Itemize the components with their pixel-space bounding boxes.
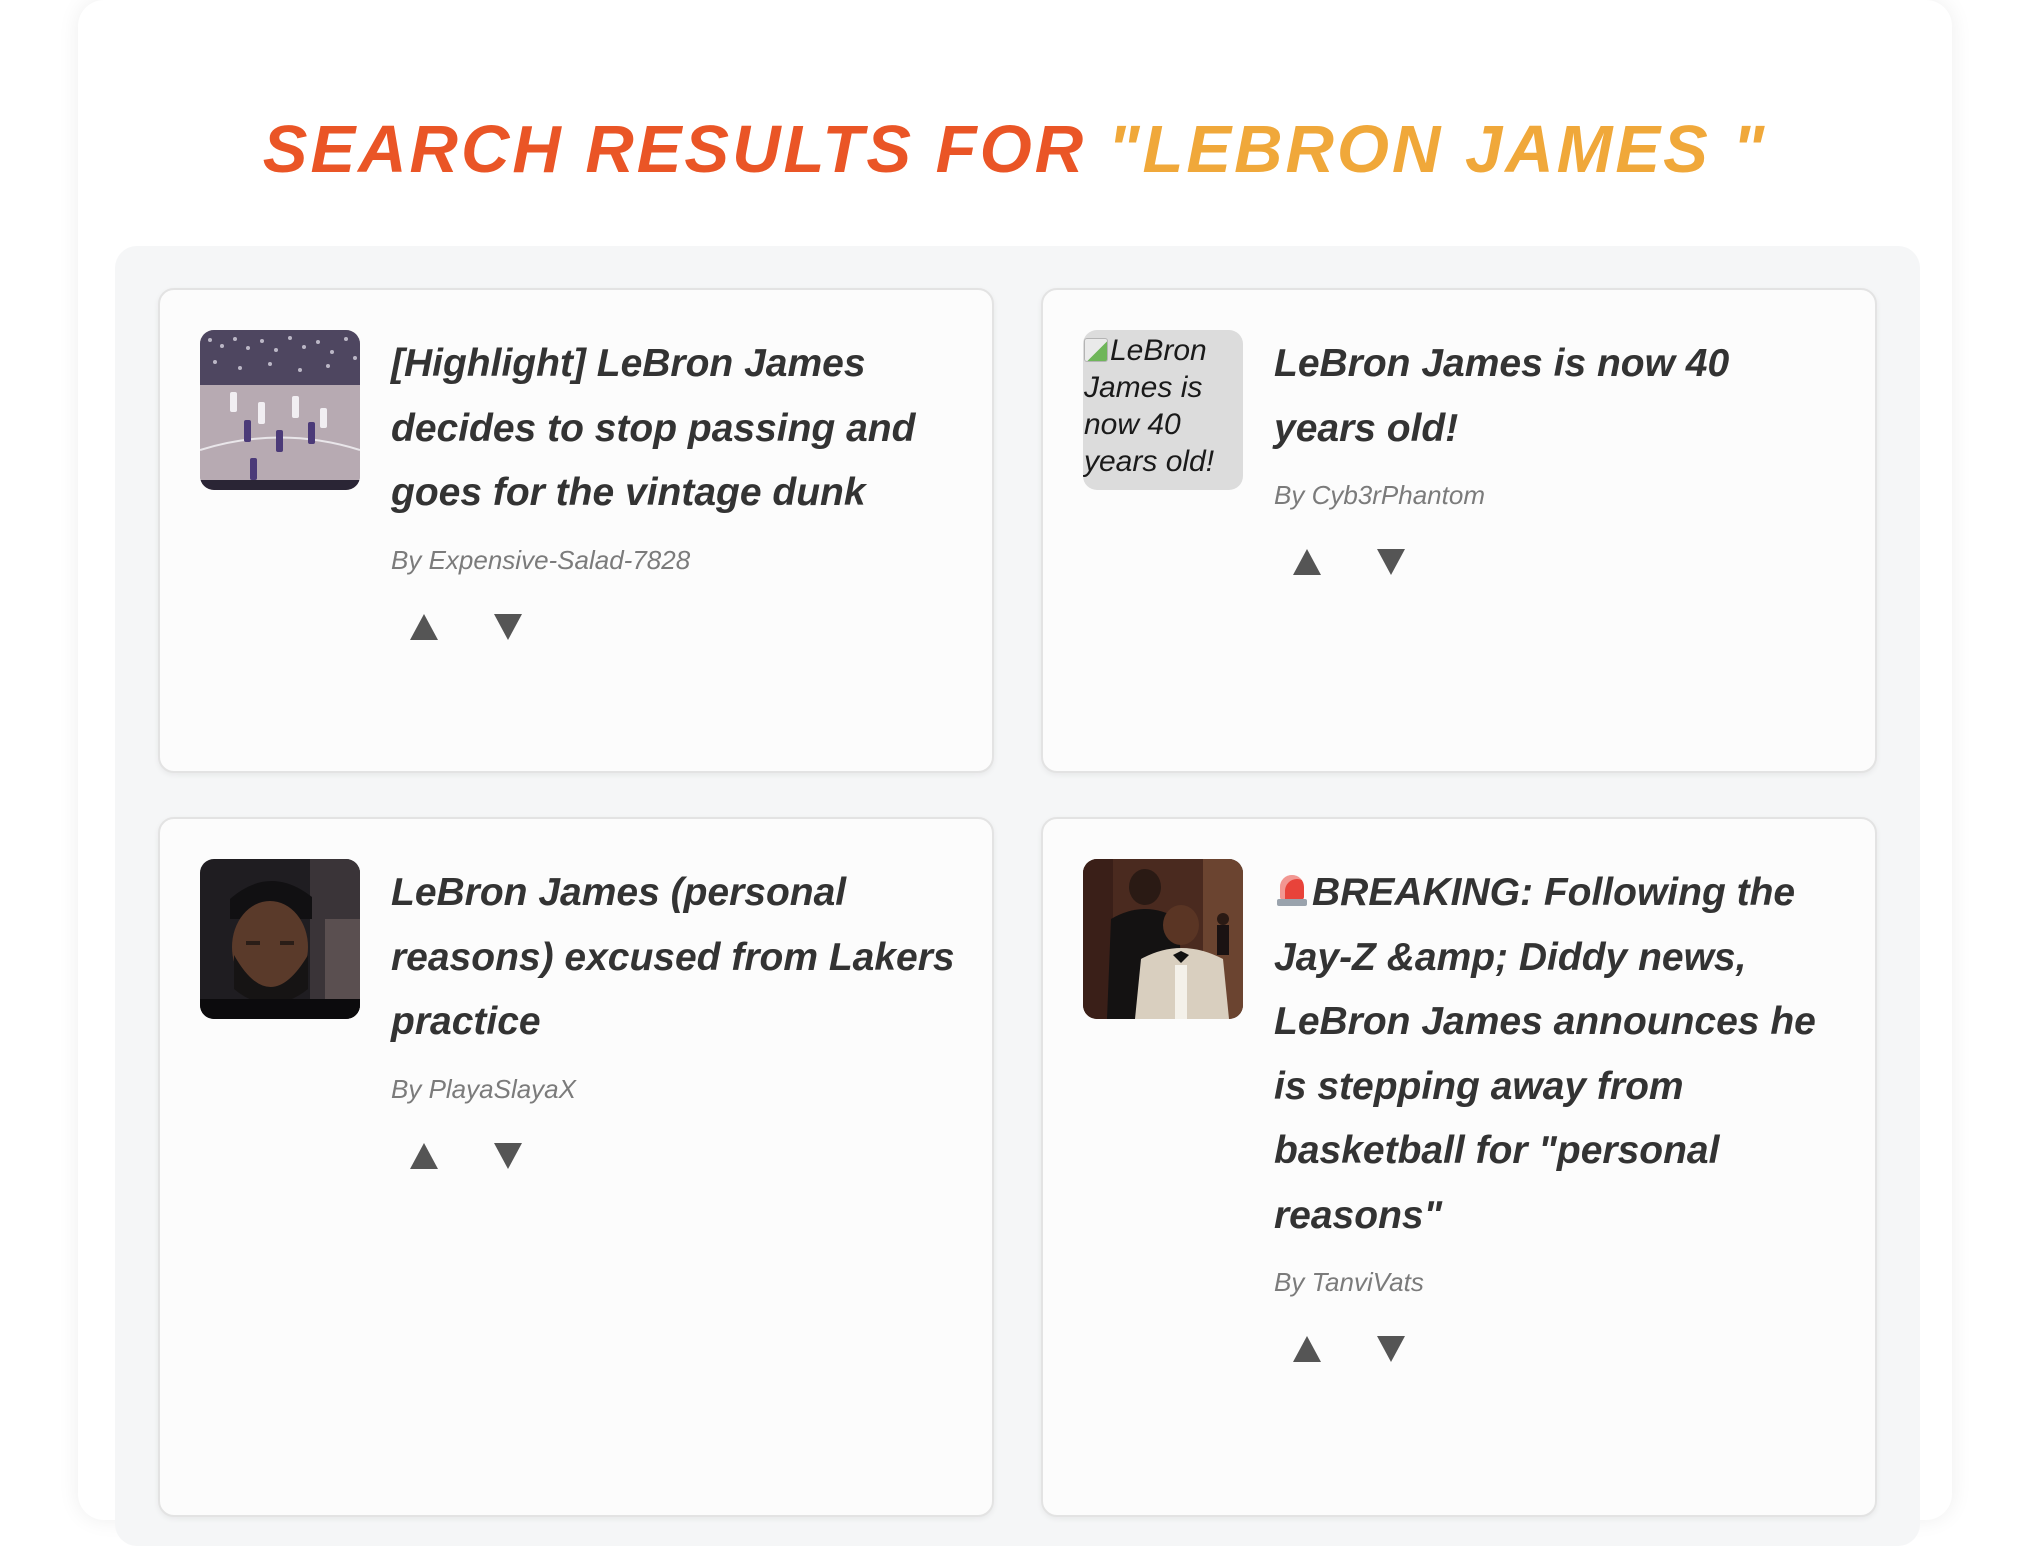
post-author: By TanviVats (1274, 1267, 1424, 1297)
arrow-up-icon (410, 1142, 438, 1169)
portrait-photo (200, 859, 360, 1019)
event-photo (1083, 859, 1243, 1019)
arrow-up-icon (1293, 1336, 1321, 1362)
downvote-button[interactable] (486, 602, 530, 646)
post-author: By PlayaSlayaX (391, 1073, 576, 1104)
vote-controls (1274, 1318, 1839, 1378)
card-body: LeBron James (personal reasons) excused … (391, 861, 956, 1185)
downvote-button[interactable] (1369, 537, 1413, 581)
search-query: "LEBRON JAMES " (1107, 112, 1768, 187)
arrow-down-icon (1377, 549, 1405, 575)
post-title[interactable]: [Highlight] LeBron James decides to stop… (391, 332, 956, 526)
arrow-down-icon (1377, 1336, 1405, 1362)
vote-controls (391, 1125, 956, 1185)
post-thumbnail[interactable] (1083, 859, 1243, 1019)
post-title[interactable]: LeBron James (personal reasons) excused … (391, 861, 956, 1055)
arrow-up-icon (1293, 549, 1321, 575)
page-title-prefix: Search Results for (262, 112, 1108, 187)
post-title[interactable]: BREAKING: Following the Jay-Z &amp; Didd… (1274, 861, 1839, 1248)
basketball-court-photo (200, 330, 360, 490)
arrow-down-icon (494, 1142, 522, 1169)
post-author: By Cyb3rPhantom (1274, 480, 1485, 510)
post-thumbnail[interactable] (200, 859, 360, 1019)
post-thumbnail[interactable]: LeBron James is now 40 years old! (1083, 330, 1243, 490)
broken-image-icon (1084, 338, 1108, 362)
upvote-button[interactable] (402, 602, 446, 646)
arrow-down-icon (494, 613, 522, 640)
page-title: Search Results for "LEBRON JAMES " (78, 108, 1952, 192)
vote-controls (1274, 531, 1839, 591)
result-card[interactable]: BREAKING: Following the Jay-Z &amp; Didd… (1041, 817, 1877, 1517)
result-card[interactable]: LeBron James is now 40 years old! LeBron… (1041, 288, 1877, 773)
card-body: [Highlight] LeBron James decides to stop… (391, 332, 956, 656)
post-title-text: BREAKING: Following the Jay-Z &amp; Didd… (1274, 871, 1816, 1237)
card-body: BREAKING: Following the Jay-Z &amp; Didd… (1274, 861, 1839, 1378)
result-card[interactable]: LeBron James (personal reasons) excused … (158, 817, 994, 1517)
upvote-button[interactable] (402, 1131, 446, 1175)
upvote-button[interactable] (1285, 1324, 1329, 1368)
card-body: LeBron James is now 40 years old! By Cyb… (1274, 332, 1839, 591)
downvote-button[interactable] (486, 1131, 530, 1175)
thumbnail-alt-text: LeBron James is now 40 years old! (1083, 330, 1243, 480)
rotating-light-icon (1274, 872, 1308, 908)
results-panel: [Highlight] LeBron James decides to stop… (115, 246, 1920, 1546)
downvote-button[interactable] (1369, 1324, 1413, 1368)
result-card[interactable]: [Highlight] LeBron James decides to stop… (158, 288, 994, 773)
post-thumbnail[interactable] (200, 330, 360, 490)
post-author: By Expensive-Salad-7828 (391, 544, 691, 575)
post-title[interactable]: LeBron James is now 40 years old! (1274, 332, 1839, 461)
arrow-up-icon (410, 613, 438, 640)
vote-controls (391, 596, 956, 656)
upvote-button[interactable] (1285, 537, 1329, 581)
